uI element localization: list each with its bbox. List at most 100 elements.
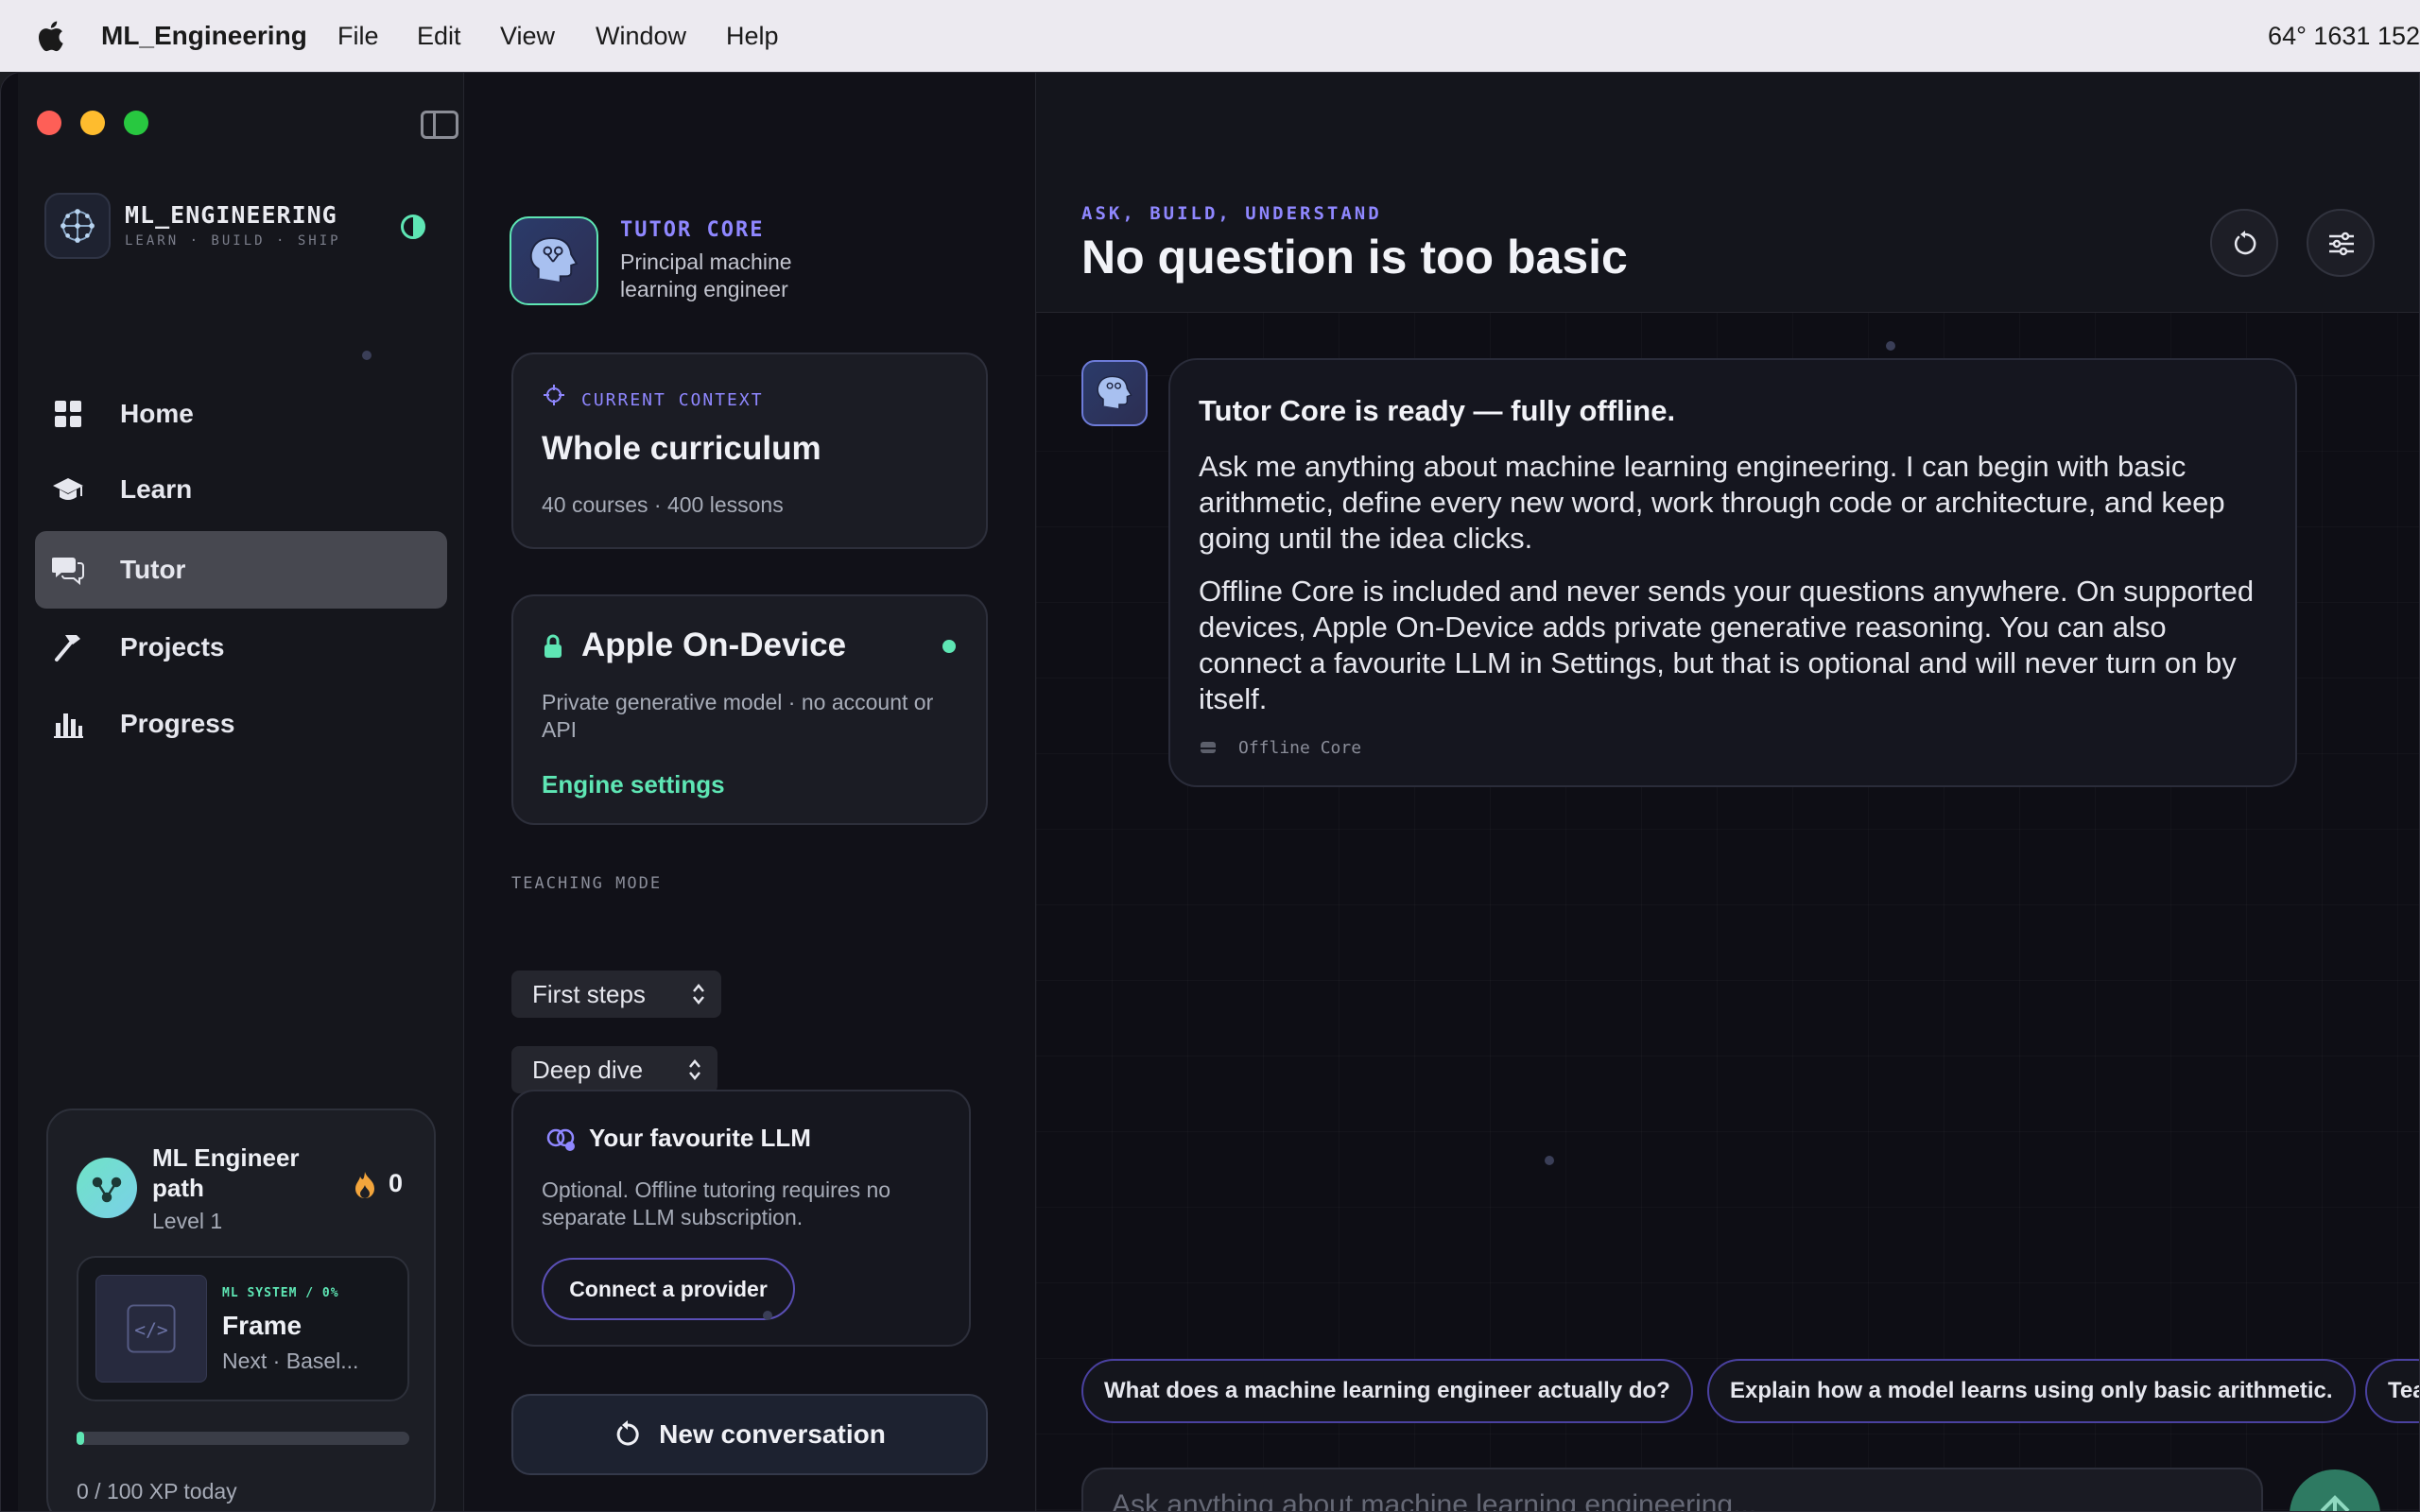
tutor-brain-icon (1081, 360, 1148, 426)
tutor-panel: TUTOR CORE Principal machine learning en… (464, 73, 1035, 1511)
current-context-card[interactable]: CURRENT CONTEXT Whole curriculum 40 cour… (511, 352, 988, 549)
nav-item-progress[interactable]: Progress (35, 685, 447, 763)
chat-header: ASK, BUILD, UNDERSTAND No question is to… (1036, 73, 2419, 313)
current-lesson-card[interactable]: </> ML SYSTEM / 0% Frame Next · Basel... (77, 1256, 409, 1401)
new-conversation-label: New conversation (659, 1419, 886, 1449)
context-tag: CURRENT CONTEXT (581, 390, 764, 410)
path-avatar-icon (77, 1158, 137, 1218)
minimize-window-button[interactable] (80, 111, 105, 135)
chat-settings-button[interactable] (2307, 209, 2375, 277)
app-window: ML_ENGINEERING LEARN · BUILD · SHIP Home… (0, 72, 2420, 1512)
tutor-brain-icon (510, 216, 598, 305)
teaching-level-select[interactable]: First steps (511, 971, 721, 1018)
suggestion-chip[interactable]: What does a machine learning engineer ac… (1081, 1359, 1693, 1423)
chat-bubbles-icon (52, 558, 84, 586)
svg-text:</>: </> (134, 1319, 167, 1341)
decorative-dot (763, 1311, 772, 1320)
engine-settings-link[interactable]: Engine settings (542, 770, 725, 799)
menu-help[interactable]: Help (726, 22, 779, 51)
message-source: Offline Core (1238, 738, 1362, 758)
engine-card: Apple On-Device Private generative model… (511, 594, 988, 825)
menu-file[interactable]: File (337, 22, 379, 51)
brand-logo-icon (44, 193, 111, 259)
teaching-mode-label: TEACHING MODE (511, 874, 663, 893)
suggestion-chip[interactable]: Explain how a model learns using only ba… (1707, 1359, 2356, 1423)
apple-logo-icon[interactable] (36, 19, 64, 53)
chevron-up-down-icon (689, 1059, 700, 1080)
close-window-button[interactable] (37, 111, 61, 135)
chat-eyebrow: ASK, BUILD, UNDERSTAND (1081, 203, 1382, 224)
nav-label-progress: Progress (120, 709, 235, 738)
xp-progress-fill (77, 1432, 84, 1445)
target-icon (544, 385, 564, 405)
decorative-dot (1886, 341, 1895, 351)
context-title: Whole curriculum (542, 430, 821, 467)
chat-area: ASK, BUILD, UNDERSTAND No question is to… (1035, 73, 2419, 1511)
flame-icon (355, 1172, 374, 1198)
engine-description: Private generative model · no account or… (542, 690, 934, 742)
path-name: ML Engineer path (152, 1143, 300, 1202)
lesson-next: Next · Basel... (222, 1349, 359, 1373)
llm-description: Optional. Offline tutoring requires no s… (542, 1177, 891, 1229)
database-icon (1201, 742, 1216, 753)
nav-item-home[interactable]: Home (35, 375, 447, 453)
tutor-role: Principal machine learning engineer (620, 249, 792, 301)
tutor-label: TUTOR CORE (620, 218, 765, 242)
theme-toggle-icon[interactable] (401, 215, 425, 239)
sidebar: ML_ENGINEERING LEARN · BUILD · SHIP Home… (18, 73, 464, 1511)
path-card[interactable]: ML Engineer path Level 1 0 </> ML SYSTEM… (46, 1108, 436, 1511)
lesson-title: Frame (222, 1311, 302, 1340)
decorative-dot (1545, 1156, 1554, 1165)
menu-bar: ML_Engineering File Edit View Window Hel… (0, 0, 2420, 72)
new-conversation-button[interactable]: New conversation (511, 1394, 988, 1475)
engine-status-dot (942, 640, 956, 653)
favourite-llm-card: Your favourite LLM Optional. Offline tut… (511, 1090, 971, 1347)
zoom-window-button[interactable] (124, 111, 148, 135)
teaching-level-value: First steps (532, 979, 646, 1008)
decorative-dot (362, 351, 372, 360)
app-name-menu[interactable]: ML_Engineering (101, 21, 307, 51)
composer (1081, 1468, 2263, 1511)
nav-label-home: Home (120, 399, 194, 428)
suggestion-chip[interactable]: Tea (2365, 1359, 2419, 1423)
message-paragraph: Ask me anything about machine learning e… (1199, 450, 2225, 555)
nav-item-tutor[interactable]: Tutor (35, 531, 447, 609)
lock-icon (544, 634, 562, 658)
reset-chat-button[interactable] (2210, 209, 2278, 277)
nav-label-tutor: Tutor (120, 555, 186, 584)
nav-item-projects[interactable]: Projects (35, 609, 447, 686)
xp-progress-bar (77, 1432, 409, 1445)
menu-edit[interactable]: Edit (417, 22, 461, 51)
message-paragraph: Offline Core is included and never sends… (1199, 575, 2255, 715)
sidebar-toggle-icon[interactable] (421, 111, 458, 139)
bar-chart-icon (54, 713, 83, 738)
tutor-message: Tutor Core is ready — fully offline. Ask… (1168, 358, 2297, 787)
hammer-icon (55, 635, 80, 662)
teaching-depth-select[interactable]: Deep dive (511, 1046, 717, 1093)
connect-provider-button[interactable]: Connect a provider (542, 1258, 795, 1320)
sliders-icon (2329, 232, 2354, 256)
nav-item-learn[interactable]: Learn (35, 451, 447, 528)
chat-headline: No question is too basic (1081, 231, 1628, 284)
chevron-up-down-icon (693, 984, 704, 1005)
menu-window[interactable]: Window (596, 22, 686, 51)
teaching-depth-value: Deep dive (532, 1055, 644, 1084)
message-title: Tutor Core is ready — fully offline. (1199, 394, 1676, 427)
arrow-up-icon (2320, 1495, 2350, 1511)
nav-label-projects: Projects (120, 632, 225, 662)
link-icon (546, 1128, 575, 1151)
refresh-icon (616, 1420, 639, 1446)
streak-count: 0 (389, 1169, 404, 1197)
context-subtitle: 40 courses · 400 lessons (542, 492, 784, 517)
llm-title: Your favourite LLM (589, 1124, 811, 1152)
send-button[interactable] (2290, 1469, 2380, 1511)
status-readout: 64° 1631 152 (2268, 21, 2420, 50)
code-icon: </> (95, 1275, 207, 1383)
menu-view[interactable]: View (500, 22, 555, 51)
engine-title: Apple On-Device (581, 627, 847, 663)
nav-label-learn: Learn (120, 474, 193, 504)
brand-title: ML_ENGINEERING (125, 201, 337, 229)
grid-icon (55, 401, 81, 427)
brand-subtitle: LEARN · BUILD · SHIP (125, 233, 341, 249)
chat-input[interactable] (1112, 1486, 2227, 1511)
